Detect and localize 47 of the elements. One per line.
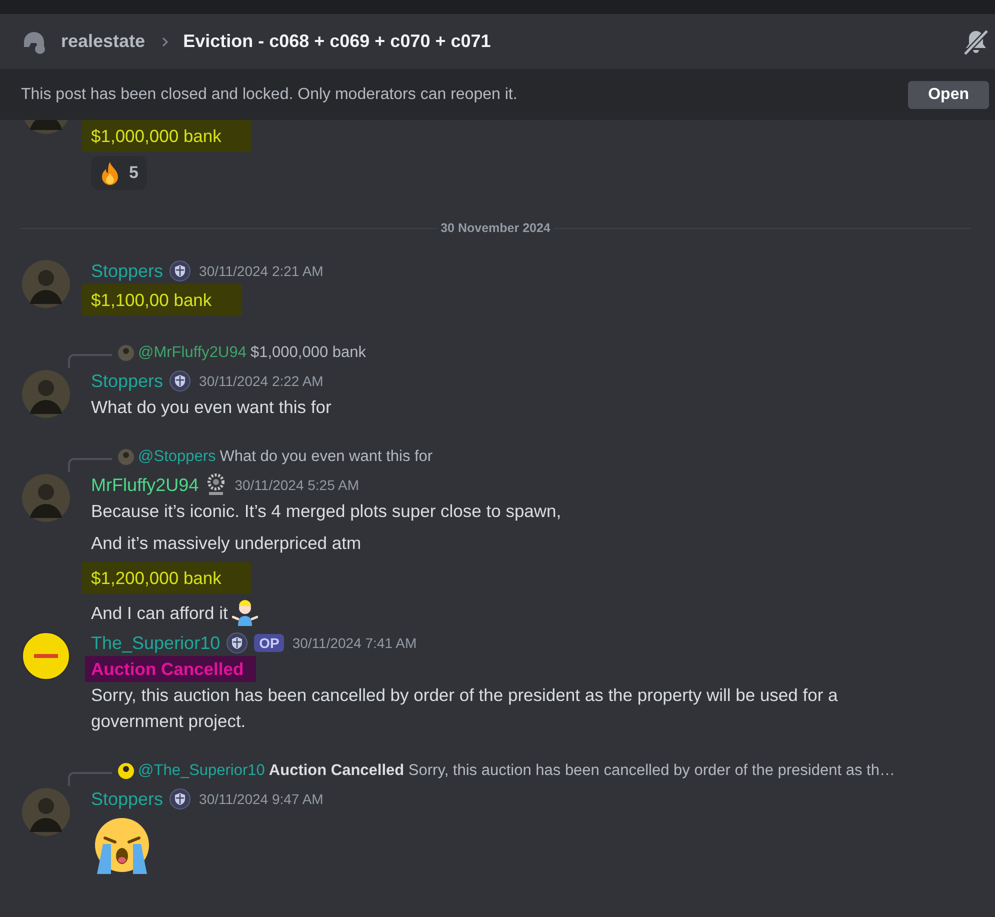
reply-preview[interactable]: What do you even want this for xyxy=(220,448,433,466)
username[interactable]: Stoppers xyxy=(91,370,164,392)
thread-title: Eviction - c068 + c069 + c070 + c071 xyxy=(183,31,492,52)
avatar xyxy=(22,260,70,308)
timestamp: 30/11/2024 5:25 AM xyxy=(234,477,359,493)
reply-preview[interactable]: $1,000,000 bank xyxy=(250,344,366,362)
timestamp: 30/11/2024 2:21 AM xyxy=(199,263,324,279)
reply-mention[interactable]: @MrFluffy2U94 xyxy=(138,344,246,362)
reply-connector xyxy=(68,772,112,786)
message-text: What do you even want this for xyxy=(91,396,332,419)
banner-message: This post has been closed and locked. Only moderators can reopen it. xyxy=(21,86,518,104)
reply-mention[interactable]: @The_Superior10 xyxy=(138,762,265,780)
channel-name[interactable]: realestate xyxy=(61,31,146,52)
open-button[interactable]: Open xyxy=(908,81,989,109)
reply-connector xyxy=(68,354,112,368)
avatar xyxy=(22,370,70,418)
avatar xyxy=(118,763,134,779)
username[interactable]: The_Superior10 xyxy=(91,632,220,654)
message-text: And I can afford it xyxy=(91,602,228,625)
avatar xyxy=(22,788,70,836)
message-text: And it’s massively underpriced atm xyxy=(91,532,362,555)
chevron-icon xyxy=(161,36,170,46)
message-text: $1,200,000 bank xyxy=(82,562,252,594)
username[interactable]: MrFluffy2U94 xyxy=(91,474,199,496)
timestamp: 30/11/2024 9:47 AM xyxy=(199,791,324,807)
avatar xyxy=(118,345,134,361)
avatar xyxy=(22,120,70,134)
message-text: $1,100,00 bank xyxy=(82,284,242,316)
reply-connector xyxy=(68,458,112,472)
muted-bell-icon[interactable] xyxy=(962,28,990,56)
op-tag: OP xyxy=(254,634,284,652)
avatar xyxy=(118,449,134,465)
message-text: Sorry, this auction has been cancelled by order of the president as the property will be used for a government project. xyxy=(91,684,839,733)
reply-mention[interactable]: @Stoppers xyxy=(138,448,216,466)
reaction-button[interactable]: 5 xyxy=(91,156,148,190)
shrugging-person-icon xyxy=(232,600,258,626)
avatar xyxy=(22,474,70,522)
username[interactable]: Stoppers xyxy=(91,788,164,810)
timestamp: 30/11/2024 2:22 AM xyxy=(199,373,324,389)
username[interactable]: Stoppers xyxy=(91,260,164,282)
message-text: $1,000,000 bank xyxy=(82,120,252,152)
avatar xyxy=(22,632,70,680)
message-text: Auction Cancelled xyxy=(85,656,256,682)
timestamp: 30/11/2024 7:41 AM xyxy=(292,635,417,651)
fire-icon xyxy=(99,161,121,185)
message-text: Because it’s iconic. It’s 4 merged plots super close to spawn, xyxy=(91,500,562,523)
reply-preview[interactable]: Auction Cancelled Sorry, this auction has been cancelled by order of the president as th… xyxy=(268,762,895,780)
